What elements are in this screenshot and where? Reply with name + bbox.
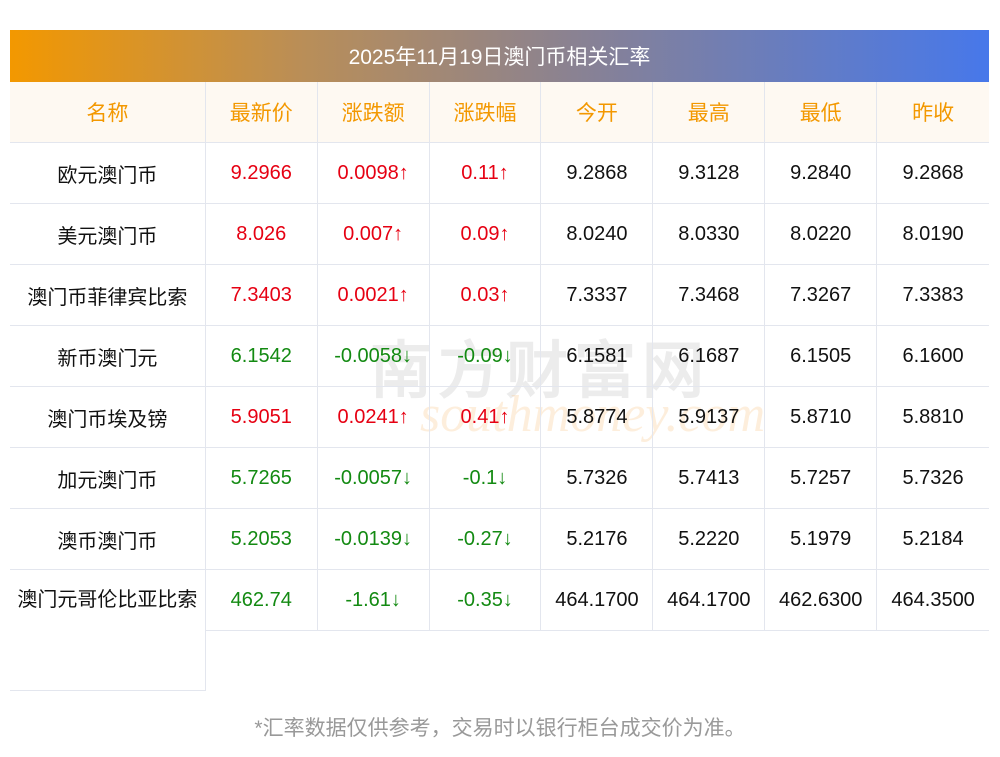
cell-name: 澳门币菲律宾比索 xyxy=(10,265,206,326)
cell-pct: -0.35↓ xyxy=(429,570,542,631)
cell-prev: 5.2184 xyxy=(877,509,990,570)
cell-name: 澳门币埃及镑 xyxy=(10,387,206,448)
cell-high: 9.3128 xyxy=(653,143,766,204)
cell-low: 462.6300 xyxy=(765,570,878,631)
cell-pct: -0.27↓ xyxy=(429,509,542,570)
cell-open: 5.2176 xyxy=(541,509,654,570)
table-row: 澳门币埃及镑 5.9051 0.0241↑ 0.41↑ 5.8774 5.9137 5.87… xyxy=(10,387,990,448)
header-high: 最高 xyxy=(653,82,766,143)
cell-change: 0.0098↑ xyxy=(317,143,430,204)
table-title: 2025年11月19日澳门币相关汇率 xyxy=(10,30,989,82)
cell-change: -0.0058↓ xyxy=(317,326,430,387)
cell-prev: 5.7326 xyxy=(877,448,990,509)
header-low: 最低 xyxy=(765,82,878,143)
cell-prev: 7.3383 xyxy=(877,265,990,326)
cell-latest: 8.026 xyxy=(205,204,318,265)
cell-low: 8.0220 xyxy=(765,204,878,265)
header-pct: 涨跌幅 xyxy=(429,82,542,143)
cell-pct: 0.41↑ xyxy=(429,387,542,448)
header-open: 今开 xyxy=(541,82,654,143)
cell-change: 0.0241↑ xyxy=(317,387,430,448)
disclaimer-note: *汇率数据仅供参考，交易时以银行柜台成交价为准。 xyxy=(254,717,746,740)
table-row: 新币澳门元 6.1542 -0.0058↓ -0.09↓ 6.1581 6.1687 6.1… xyxy=(10,326,990,387)
cell-name: 加元澳门币 xyxy=(10,448,206,509)
cell-name: 欧元澳门币 xyxy=(10,143,206,204)
cell-change: 0.0021↑ xyxy=(317,265,430,326)
header-latest: 最新价 xyxy=(205,82,318,143)
exchange-rate-table: 名称 最新价 涨跌额 涨跌幅 今开 最高 最低 昨收 欧元澳门币 9.2966 0.… xyxy=(10,82,990,691)
header-prev: 昨收 xyxy=(877,82,990,143)
cell-latest: 7.3403 xyxy=(205,265,318,326)
cell-open: 464.1700 xyxy=(541,570,654,631)
cell-latest: 5.2053 xyxy=(205,509,318,570)
cell-open: 8.0240 xyxy=(541,204,654,265)
cell-pct: -0.09↓ xyxy=(429,326,542,387)
cell-name: 新币澳门元 xyxy=(10,326,206,387)
cell-change: 0.007↑ xyxy=(317,204,430,265)
header-change: 涨跌额 xyxy=(317,82,430,143)
cell-low: 5.7257 xyxy=(765,448,878,509)
cell-latest: 5.9051 xyxy=(205,387,318,448)
cell-latest: 5.7265 xyxy=(205,448,318,509)
cell-low: 9.2840 xyxy=(765,143,878,204)
cell-high: 7.3468 xyxy=(653,265,766,326)
cell-low: 5.1979 xyxy=(765,509,878,570)
header-name: 名称 xyxy=(10,82,206,143)
cell-high: 5.7413 xyxy=(653,448,766,509)
cell-latest: 9.2966 xyxy=(205,143,318,204)
cell-prev: 8.0190 xyxy=(877,204,990,265)
cell-prev: 5.8810 xyxy=(877,387,990,448)
cell-high: 5.2220 xyxy=(653,509,766,570)
table-row: 澳门元哥伦比亚比索 462.74 -1.61↓ -0.35↓ 464.1700 464.1… xyxy=(10,570,990,691)
cell-pct: 0.03↑ xyxy=(429,265,542,326)
cell-open: 6.1581 xyxy=(541,326,654,387)
cell-change: -0.0057↓ xyxy=(317,448,430,509)
cell-change: -0.0139↓ xyxy=(317,509,430,570)
cell-open: 9.2868 xyxy=(541,143,654,204)
cell-prev: 464.3500 xyxy=(877,570,990,631)
cell-low: 7.3267 xyxy=(765,265,878,326)
cell-name: 澳门元哥伦比亚比索 xyxy=(10,570,206,691)
table-row: 澳门币菲律宾比索 7.3403 0.0021↑ 0.03↑ 7.3337 7.3468 7.… xyxy=(10,265,990,326)
cell-pct: 0.11↑ xyxy=(429,143,542,204)
cell-prev: 6.1600 xyxy=(877,326,990,387)
table-row: 加元澳门币 5.7265 -0.0057↓ -0.1↓ 5.7326 5.7413 5.72… xyxy=(10,448,990,509)
table-row: 美元澳门币 8.026 0.007↑ 0.09↑ 8.0240 8.0330 8.0220 8… xyxy=(10,204,990,265)
cell-high: 464.1700 xyxy=(653,570,766,631)
cell-high: 8.0330 xyxy=(653,204,766,265)
cell-low: 5.8710 xyxy=(765,387,878,448)
cell-high: 5.9137 xyxy=(653,387,766,448)
table-row: 欧元澳门币 9.2966 0.0098↑ 0.11↑ 9.2868 9.3128 9.284… xyxy=(10,143,990,204)
cell-open: 7.3337 xyxy=(541,265,654,326)
cell-name: 澳币澳门币 xyxy=(10,509,206,570)
table-row: 澳币澳门币 5.2053 -0.0139↓ -0.27↓ 5.2176 5.2220 5.1… xyxy=(10,509,990,570)
cell-prev: 9.2868 xyxy=(877,143,990,204)
cell-open: 5.8774 xyxy=(541,387,654,448)
cell-pct: 0.09↑ xyxy=(429,204,542,265)
cell-name: 美元澳门币 xyxy=(10,204,206,265)
cell-high: 6.1687 xyxy=(653,326,766,387)
cell-change: -1.61↓ xyxy=(317,570,430,631)
cell-open: 5.7326 xyxy=(541,448,654,509)
cell-latest: 462.74 xyxy=(205,570,318,631)
table-header: 名称 最新价 涨跌额 涨跌幅 今开 最高 最低 昨收 xyxy=(10,82,990,143)
cell-latest: 6.1542 xyxy=(205,326,318,387)
cell-low: 6.1505 xyxy=(765,326,878,387)
cell-pct: -0.1↓ xyxy=(429,448,542,509)
